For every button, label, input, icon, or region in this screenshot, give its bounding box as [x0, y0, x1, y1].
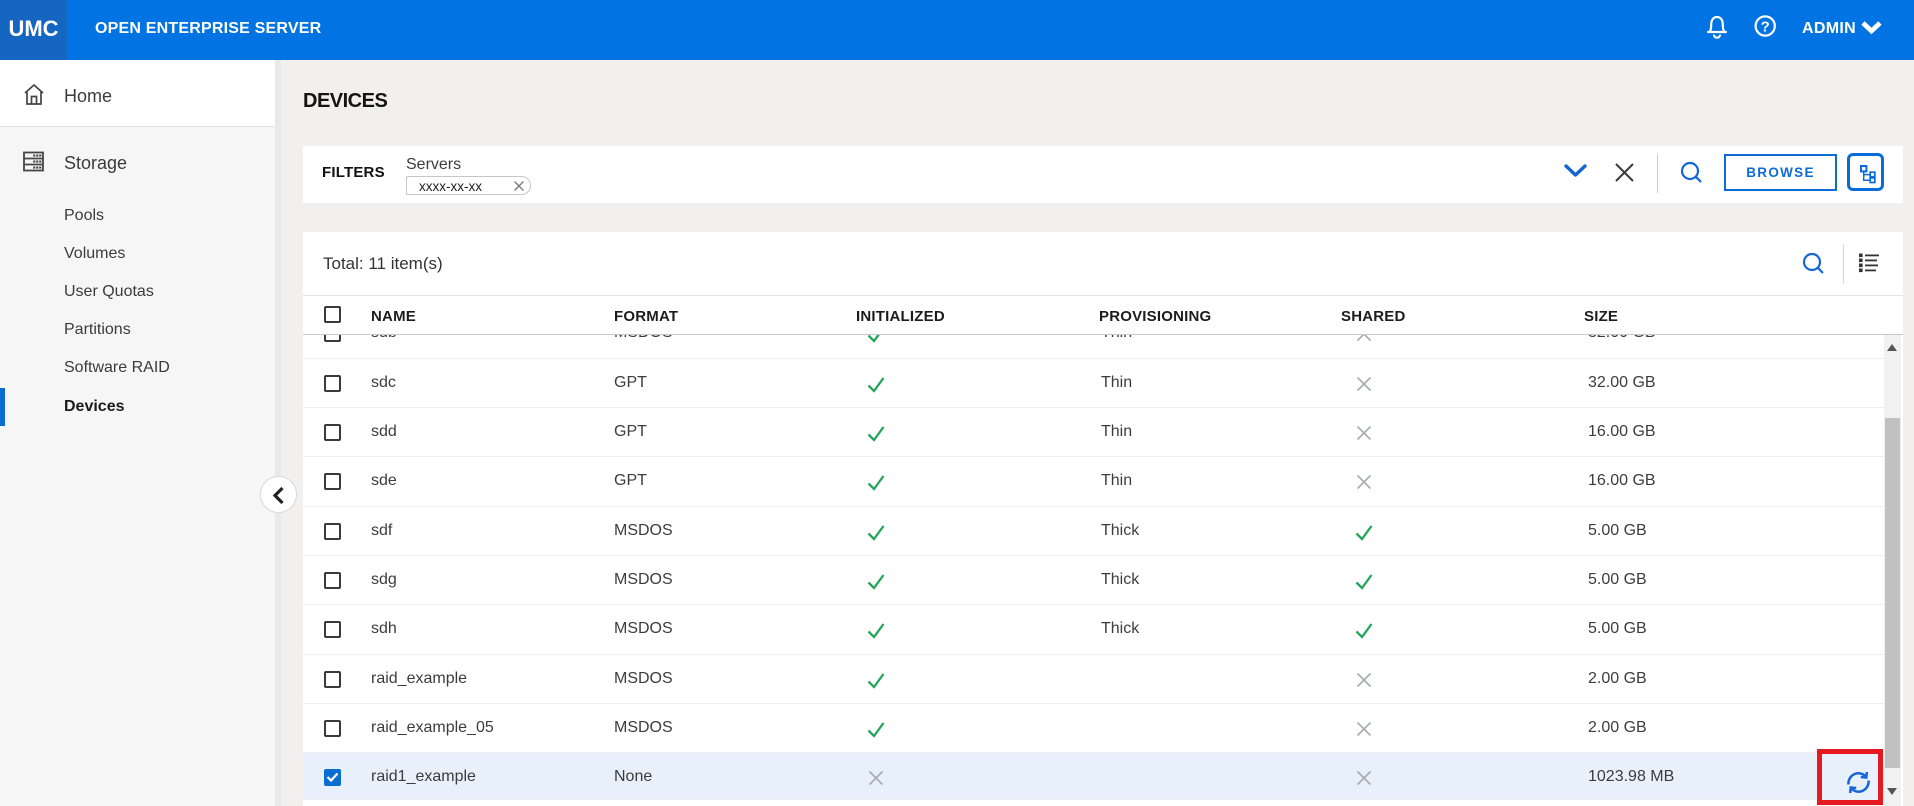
svg-text:?: ?: [1761, 18, 1770, 35]
